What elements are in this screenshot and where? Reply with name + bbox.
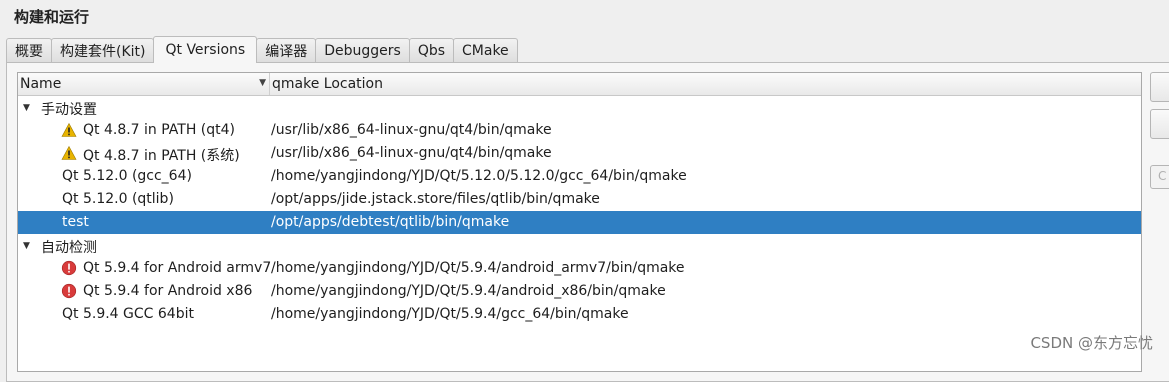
add-button[interactable] (1150, 72, 1169, 102)
qt-version-name: Qt 5.9.4 for Android x86 (83, 283, 253, 299)
qmake-location: /home/yangjindong/YJD/Qt/5.12.0/5.12.0/g… (271, 168, 687, 184)
tab-overview[interactable]: 概要 (6, 38, 52, 62)
qt-version-name: Qt 5.12.0 (gcc_64) (62, 168, 192, 184)
qt-version-row[interactable]: Qt 5.9.4 for Android armv7/home/yangjind… (18, 257, 1141, 280)
qt-version-row[interactable]: Qt 5.9.4 for Android x86/home/yangjindon… (18, 280, 1141, 303)
qmake-location: /home/yangjindong/YJD/Qt/5.9.4/android_a… (271, 260, 685, 276)
watermark: CSDN @东方忘忧 (1030, 334, 1153, 352)
qmake-location: /usr/lib/x86_64-linux-gnu/qt4/bin/qmake (271, 145, 552, 161)
qt-version-row[interactable]: Qt 5.12.0 (gcc_64) /home/yangjindong/YJD/… (18, 165, 1141, 188)
column-header-name-label: Name (20, 76, 62, 92)
tree-group-row[interactable]: ▼ 手动设置 (18, 96, 1141, 119)
qmake-location: /opt/apps/jide.jstack.store/files/qtlib/… (271, 191, 600, 207)
tab-qbs[interactable]: Qbs (408, 38, 455, 62)
error-icon (61, 283, 77, 299)
tab-compilers[interactable]: 编译器 (256, 38, 317, 62)
qt-versions-tree[interactable]: Name ▼ qmake Location ▼ 手动设置 Qt 4.8.7 in P… (17, 72, 1142, 372)
qt-version-name: Qt 5.12.0 (qtlib) (62, 191, 174, 207)
qt-version-name: Qt 4.8.7 in PATH (系统) (83, 148, 240, 164)
qt-version-name: Qt 5.9.4 for Android armv7 (83, 260, 272, 276)
qt-version-row[interactable]: Qt 4.8.7 in PATH (qt4) /usr/lib/x86_64-li… (18, 119, 1141, 142)
qmake-location: /home/yangjindong/YJD/Qt/5.9.4/android_x… (271, 283, 666, 299)
qt-version-row[interactable]: Qt 4.8.7 in PATH (系统) /usr/lib/x86_64-lin… (18, 142, 1141, 165)
section-title: 构建和运行 (14, 8, 90, 26)
tree-header: Name ▼ qmake Location (18, 73, 1141, 96)
warning-icon (61, 145, 77, 161)
qt-version-name: Qt 5.9.4 GCC 64bit (62, 306, 194, 322)
sort-indicator-icon: ▼ (259, 78, 266, 88)
tab-qt-versions[interactable]: Qt Versions (153, 36, 258, 63)
tree-body: ▼ 手动设置 Qt 4.8.7 in PATH (qt4) /usr/lib/x86_… (18, 96, 1141, 326)
column-header-location[interactable]: qmake Location (270, 73, 383, 95)
tree-group-row[interactable]: ▼ 自动检测 (18, 234, 1141, 257)
qmake-location: /opt/apps/debtest/qtlib/bin/qmake (271, 214, 510, 230)
qt-version-row[interactable]: test/opt/apps/debtest/qtlib/bin/qmake (18, 211, 1141, 234)
remove-button[interactable] (1150, 109, 1169, 139)
expand-arrow-icon[interactable]: ▼ (23, 241, 30, 251)
error-icon (61, 260, 77, 276)
tab-bar: 概要 构建套件(Kit) Qt Versions 编译器 Debuggers Q… (6, 36, 518, 63)
qmake-location: /home/yangjindong/YJD/Qt/5.9.4/gcc_64/bi… (271, 306, 629, 322)
column-header-name[interactable]: Name ▼ (18, 73, 270, 95)
qt-version-row[interactable]: Qt 5.9.4 GCC 64bit/home/yangjindong/YJD/… (18, 303, 1141, 326)
tab-cmake[interactable]: CMake (453, 38, 518, 62)
expand-arrow-icon[interactable]: ▼ (23, 103, 30, 113)
tree-group-label: 手动设置 (41, 102, 97, 118)
qt-version-name: Qt 4.8.7 in PATH (qt4) (83, 122, 236, 138)
warning-icon (61, 122, 77, 138)
qmake-location: /usr/lib/x86_64-linux-gnu/qt4/bin/qmake (271, 122, 552, 138)
clean-up-button[interactable]: C (1150, 165, 1169, 189)
tree-group-label: 自动检测 (41, 240, 97, 256)
tab-kits[interactable]: 构建套件(Kit) (51, 38, 155, 62)
tab-debuggers[interactable]: Debuggers (315, 38, 410, 62)
qt-version-name: test (62, 214, 89, 230)
qt-version-row[interactable]: Qt 5.12.0 (qtlib) /opt/apps/jide.jstack.s… (18, 188, 1141, 211)
